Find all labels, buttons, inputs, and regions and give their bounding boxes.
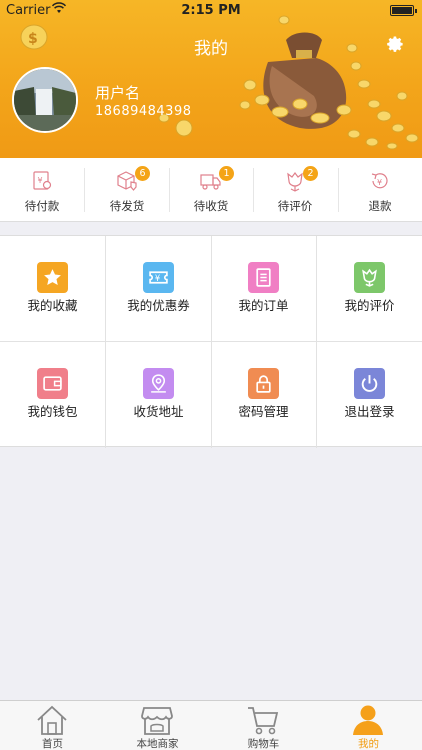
order-label: 待评价 bbox=[277, 199, 313, 213]
order-label: 待收货 bbox=[193, 199, 229, 213]
order-pending-review[interactable]: 2 待评价 bbox=[253, 158, 337, 222]
tab-bar: 首页 本地商家 购物车 我的 bbox=[0, 700, 422, 750]
flower-icon bbox=[354, 262, 385, 293]
order-pending-shipment[interactable]: 6 待发货 bbox=[85, 158, 169, 222]
menu-orders[interactable]: 我的订单 bbox=[211, 236, 316, 341]
svg-text:¥: ¥ bbox=[377, 178, 382, 187]
order-pending-payment[interactable]: ¥ 待付款 bbox=[0, 158, 84, 222]
svg-text:¥: ¥ bbox=[38, 176, 43, 185]
menu-password[interactable]: 密码管理 bbox=[211, 342, 316, 447]
menu-favorites[interactable]: 我的收藏 bbox=[0, 236, 105, 341]
lock-icon bbox=[248, 368, 279, 399]
status-bar: Carrier 2:15 PM bbox=[0, 0, 422, 22]
page-title: 我的 bbox=[194, 39, 228, 59]
profile-header: $ Carrier 2:15 PM 我的 用户名 18689484398 bbox=[0, 0, 422, 158]
tab-label: 我的 bbox=[358, 738, 379, 750]
count-badge: 1 bbox=[219, 166, 234, 181]
svg-text:¥: ¥ bbox=[155, 273, 160, 283]
count-badge: 2 bbox=[303, 166, 318, 181]
menu-label: 我的订单 bbox=[238, 298, 289, 313]
menu-label: 我的钱包 bbox=[27, 404, 78, 419]
menu-label: 退出登录 bbox=[344, 404, 395, 419]
ticket-icon: ¥ bbox=[143, 262, 174, 293]
menu-label: 我的收藏 bbox=[27, 298, 78, 313]
wallet-icon bbox=[37, 368, 68, 399]
user-avatar[interactable] bbox=[12, 67, 78, 133]
tab-label: 首页 bbox=[42, 738, 63, 750]
order-label: 待付款 bbox=[24, 199, 60, 213]
store-icon bbox=[141, 707, 173, 735]
menu-label: 密码管理 bbox=[238, 404, 289, 419]
status-time: 2:15 PM bbox=[181, 3, 241, 18]
menu-logout[interactable]: 退出登录 bbox=[317, 342, 422, 447]
cart-icon bbox=[248, 707, 279, 735]
tab-home[interactable]: 首页 bbox=[0, 701, 105, 750]
tab-label: 购物车 bbox=[247, 738, 280, 750]
menu-coupons[interactable]: ¥ 我的优惠券 bbox=[106, 236, 211, 341]
star-icon bbox=[37, 262, 68, 293]
phone-number: 18689484398 bbox=[95, 104, 192, 119]
order-pending-receipt[interactable]: 1 待收货 bbox=[169, 158, 253, 222]
count-badge: 6 bbox=[135, 166, 150, 181]
tab-label: 本地商家 bbox=[136, 738, 179, 750]
settings-gear-icon[interactable] bbox=[383, 33, 405, 55]
menu-wallet[interactable]: 我的钱包 bbox=[0, 342, 105, 447]
home-icon bbox=[37, 705, 67, 735]
order-label: 待发货 bbox=[109, 199, 145, 213]
username: 用户名 bbox=[95, 84, 141, 102]
menu-reviews[interactable]: 我的评价 bbox=[317, 236, 422, 341]
tab-cart[interactable]: 购物车 bbox=[211, 701, 316, 750]
map-pin-icon bbox=[143, 368, 174, 399]
tab-me[interactable]: 我的 bbox=[316, 701, 421, 750]
menu-label: 我的评价 bbox=[344, 298, 395, 313]
tab-local-merchants[interactable]: 本地商家 bbox=[105, 701, 210, 750]
battery-icon bbox=[390, 5, 417, 16]
menu-grid: 我的收藏 ¥ 我的优惠券 我的订单 我的评价 我的钱包 收货地址 密码管理 退出… bbox=[0, 235, 422, 448]
power-icon bbox=[354, 368, 385, 399]
list-icon bbox=[248, 262, 279, 293]
order-status-row: ¥ 待付款 6 待发货 1 待收货 2 待评价 ¥ 退款 bbox=[0, 158, 422, 222]
menu-address[interactable]: 收货地址 bbox=[106, 342, 211, 447]
wallet-yen-icon: ¥ bbox=[33, 171, 52, 190]
menu-label: 我的优惠券 bbox=[127, 298, 190, 313]
user-icon bbox=[353, 705, 383, 735]
order-refund[interactable]: ¥ 退款 bbox=[338, 158, 422, 222]
order-label: 退款 bbox=[368, 199, 392, 213]
refund-yen-icon: ¥ bbox=[371, 173, 388, 189]
menu-label: 收货地址 bbox=[133, 404, 184, 419]
